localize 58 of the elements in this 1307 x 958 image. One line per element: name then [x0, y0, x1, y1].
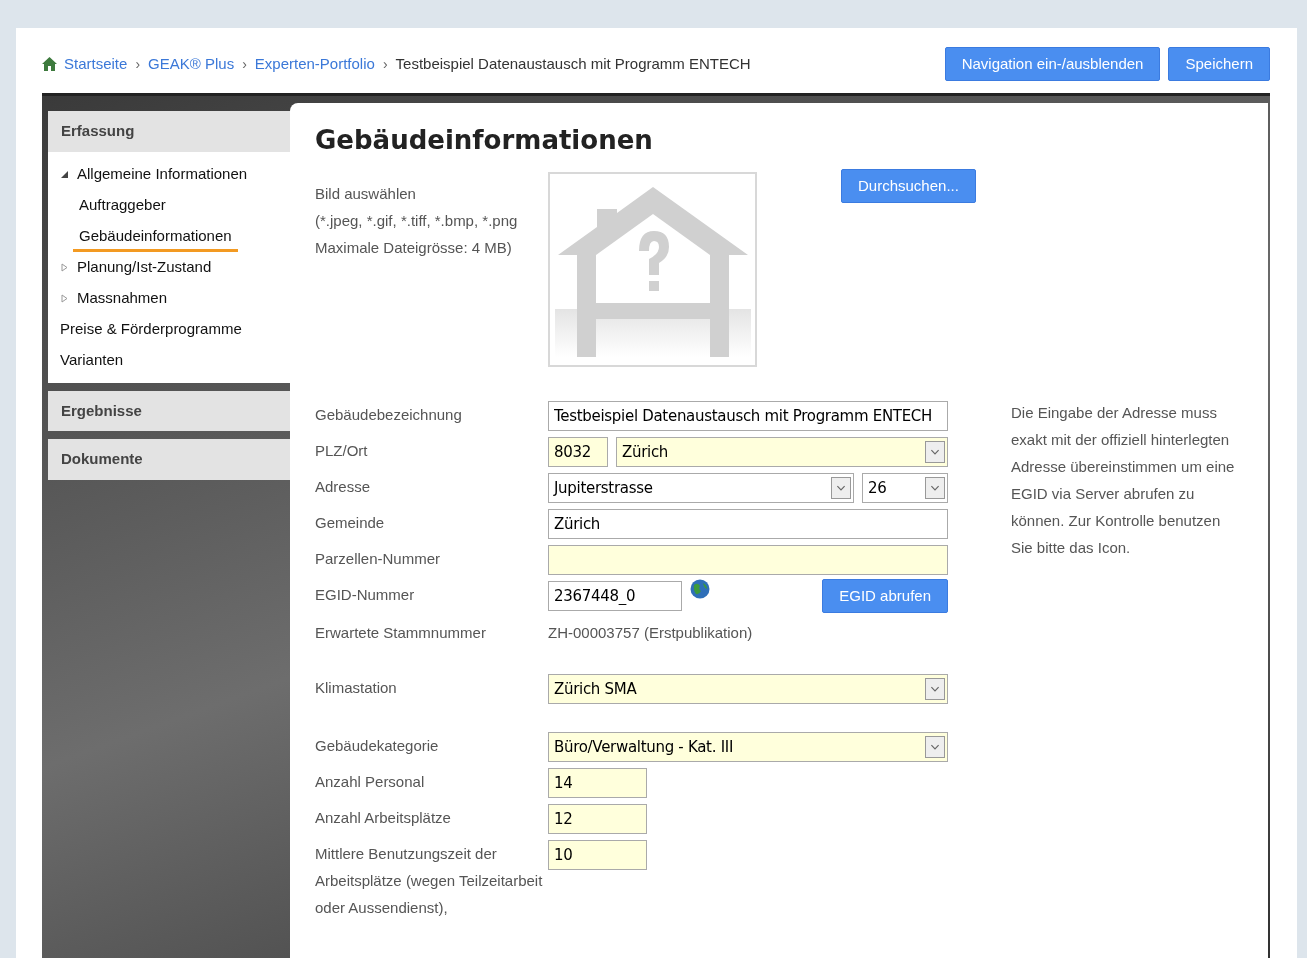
breadcrumb-current: Testbeispiel Datenaustausch mit Programm ENTECH [395, 53, 751, 74]
field-label: Mittlere Benutzungszeit der Arbeitsplätze (wegen Teilzeitarbeit oder Aussendienst), [315, 844, 544, 919]
dropdown-field[interactable]: Zürich SMA [548, 674, 948, 705]
input-field[interactable]: 2367448_0 [548, 581, 682, 612]
input-field[interactable]: Testbeispiel Datenaustausch mit Programm ENTECH [548, 401, 948, 432]
input-field[interactable]: 12 [548, 804, 647, 835]
dropdown-caret-icon[interactable] [925, 477, 945, 500]
field-label: EGID-Nummer [315, 585, 416, 606]
sidebar-item[interactable]: Planung/Ist-Zustand [48, 250, 290, 282]
sidebar-item[interactable]: Preise & Förderprogramme [48, 312, 290, 344]
dropdown-field[interactable]: Jupiterstrasse [548, 473, 854, 504]
upload-hint: Bild auswählen [315, 184, 417, 205]
dropdown-caret-icon[interactable] [925, 441, 945, 464]
sidebar-item[interactable]: Varianten [48, 343, 290, 375]
upload-hint: (*.jpeg, *.gif, *.tiff, *.bmp, *.png [315, 211, 519, 232]
sidebar-section-header[interactable]: Erfassung [48, 111, 290, 152]
collapse-triangle-icon[interactable] [60, 170, 69, 180]
home-icon[interactable] [42, 57, 57, 71]
help-text: Die Eingabe der Adresse muss exakt mit der offiziell hinterlegten Adresse übereinstimmen um eine EGID via Server abrufen zu können. Zur Kontrolle benutzen Sie bitte das Icon. [1011, 403, 1236, 559]
field-label: Anzahl Personal [315, 772, 426, 793]
dropdown-field[interactable]: Büro/Verwaltung - Kat. III [548, 732, 948, 763]
sidebar-item[interactable]: Allgemeine Informationen [48, 157, 290, 189]
field-label: Parzellen-Nummer [315, 549, 442, 570]
dropdown-caret-icon[interactable] [831, 477, 851, 500]
field-label: Gebäudekategorie [315, 736, 440, 757]
input-field[interactable]: Zürich [548, 509, 948, 540]
breadcrumb-link[interactable]: Startseite [64, 52, 128, 76]
globe-icon[interactable] [690, 579, 710, 600]
input-field[interactable] [548, 545, 948, 576]
dropdown-field[interactable]: Zürich [616, 437, 948, 468]
field-label: Anzahl Arbeitsplätze [315, 808, 452, 829]
upload-hint: Maximale Dateigrösse: 4 MB) [315, 238, 513, 259]
field-label: PLZ/Ort [315, 441, 369, 462]
sidebar-item[interactable]: Massnahmen [48, 281, 290, 313]
sidebar-item[interactable]: Gebäudeinformationen [48, 219, 290, 251]
dropdown-caret-icon[interactable] [925, 678, 945, 701]
breadcrumb-separator: › [135, 54, 141, 74]
dropdown-field[interactable]: 26 [862, 473, 948, 504]
breadcrumb-separator: › [382, 54, 388, 74]
sidebar-section-header[interactable]: Dokumente [48, 439, 290, 480]
field-label: Erwartete Stammnummer [315, 623, 487, 644]
breadcrumb-link[interactable]: GEAK® Plus [148, 52, 235, 76]
field-label: Adresse [315, 477, 372, 498]
field-label: Klimastation [315, 678, 398, 699]
sidebar-item[interactable]: Auftraggeber [48, 188, 290, 220]
field-value: ZH-00003757 (Erstpublikation) [548, 623, 753, 644]
expand-triangle-icon[interactable] [60, 294, 69, 304]
input-field[interactable]: 14 [548, 768, 647, 799]
field-label: Gebäudebezeichnung [315, 405, 463, 426]
sidebar-section-header[interactable]: Ergebnisse [48, 390, 290, 431]
field-label: Gemeinde [315, 513, 386, 534]
expand-triangle-icon[interactable] [60, 263, 69, 273]
input-field[interactable]: 8032 [548, 437, 608, 468]
breadcrumb-link[interactable]: Experten-Portfolio [254, 52, 375, 76]
input-field[interactable]: 10 [548, 840, 647, 871]
dropdown-caret-icon[interactable] [925, 736, 945, 759]
breadcrumb-separator: › [242, 54, 247, 74]
page-title: Gebäudeinformationen [315, 125, 654, 157]
